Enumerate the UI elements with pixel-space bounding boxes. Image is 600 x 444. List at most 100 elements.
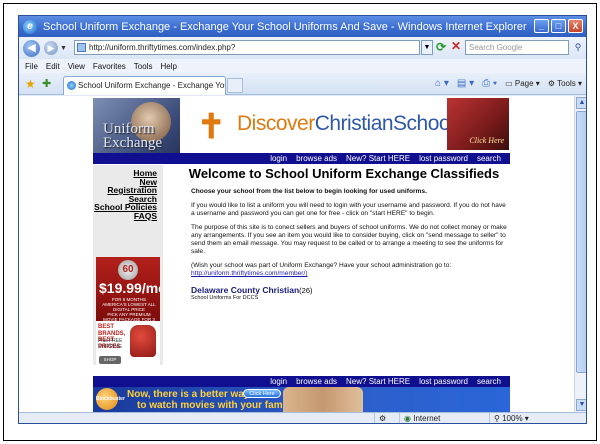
web-page: Uniform Exchange ✝ DiscoverChristianSchoo… [93,96,510,412]
close-button[interactable]: X [568,19,583,33]
menu-favorites[interactable]: Favorites [93,62,126,71]
nav-login[interactable]: login [270,154,287,163]
bottom-nav: login browse ads New? Start HERE lost pa… [93,376,510,387]
minimize-button[interactable]: _ [534,19,549,33]
window-title: School Uniform Exchange - Exchange Your … [43,20,527,33]
nav-start-here[interactable]: New? Start HERE [346,154,410,163]
bag-ad-sub: Plus FREE SHIPPING [98,338,123,350]
scroll-thumb[interactable] [576,111,586,373]
maximize-button[interactable]: □ [551,19,566,33]
bag-ad[interactable]: BEST BRANDS, BEST PRICES Plus FREE SHIPP… [96,321,160,381]
address-row: ◀ ▶ ▼ http://uniform.thriftytimes.com/in… [19,37,586,59]
search-icon[interactable]: ⚲ [571,40,585,55]
tools-menu-label: Tools [557,79,576,88]
security-icon[interactable]: ⚙ [374,413,398,423]
page-menu[interactable]: ▭ Page ▾ [505,79,540,88]
refresh-icon[interactable]: ⟳ [436,40,446,54]
ie-logo-icon: e [23,19,37,34]
print-icon[interactable]: ⎙ ▾ [482,78,497,89]
page-menu-icon: ▭ [505,79,513,88]
zone-label: Internet [413,414,441,423]
tab-label: School Uniform Exchange - Exchange Your … [78,81,225,90]
tools-gear-icon: ⚙ [547,79,555,88]
uniform-exchange-logo[interactable]: Uniform Exchange [93,98,180,158]
movie-ad-click-here-button[interactable]: Click Here [243,389,281,398]
banner-brand: DiscoverChristianSchools [237,112,465,136]
tv-ad-line1: AMERICA'S LOWEST ALL DIGITAL PRICE [102,302,156,312]
cross-logo-icon: ✝ [197,108,226,146]
globe-icon: ◉ [404,414,411,423]
zone-indicator[interactable]: ◉ Internet [399,413,487,423]
purpose-paragraph: The purpose of this site is to conect se… [191,224,507,255]
nav-bottom-search[interactable]: search [477,377,501,386]
channels-badge: 60 [118,260,138,280]
title-bar[interactable]: e School Uniform Exchange - Exchange You… [19,16,586,37]
movie-ad-line2: to watch movies with your family [137,400,294,411]
add-favorites-icon[interactable]: ✚ [42,77,51,90]
tab-active[interactable]: School Uniform Exchange - Exchange Your … [63,76,226,95]
school-entry: Delaware County Christian(26) [191,285,509,295]
nav-bottom-start-here[interactable]: New? Start HERE [346,377,410,386]
shop-button[interactable]: SHOP [99,356,121,364]
sidebar: Home New Registration Search School Poli… [93,165,163,381]
main-content: Welcome to School Uniform Exchange Class… [189,166,509,301]
address-dropdown-icon[interactable]: ▼ [421,40,433,55]
back-button[interactable]: ◀ [23,39,40,57]
school-link[interactable]: Delaware County Christian [191,285,299,295]
menu-file[interactable]: File [25,62,38,71]
nav-bottom-login[interactable]: login [270,377,287,386]
status-bar: ⚙ ◉ Internet ⚲ 100% ▾ [19,412,586,423]
nav-bottom-browse-ads[interactable]: browse ads [296,377,337,386]
tv-ad[interactable]: 60 $19.99/mo FOR 6 MONTHS AMERICA'S LOWE… [96,257,160,321]
tv-ad-line2: PICK ANY PREMIUM MOVIE PACKAGE FOR 3 MON… [103,312,155,321]
tab-row: ★ ✚ School Uniform Exchange - Exchange Y… [19,73,586,95]
new-tab-button[interactable] [227,78,243,93]
menu-edit[interactable]: Edit [46,62,60,71]
backpack-icon [130,325,156,357]
tv-ad-text: FOR 6 MONTHS AMERICA'S LOWEST ALL DIGITA… [100,297,158,321]
discover-christian-schools-banner[interactable]: ✝ DiscoverChristianSchools Click Here [181,98,510,152]
intro-text: Choose your school from the list below t… [191,188,427,195]
feeds-icon[interactable]: ▤ ▾ [457,78,474,89]
vertical-scrollbar[interactable]: ▲ ▼ [574,96,586,412]
banner-photo: Click Here [447,98,509,150]
stop-icon[interactable]: ✕ [451,39,461,53]
page-menu-label: Page [514,79,534,88]
school-subtitle: School Uniforms For DCCS [191,295,259,301]
browser-window: e School Uniform Exchange - Exchange You… [18,15,587,424]
sidebar-item-faqs[interactable]: FAQS [93,211,163,221]
nav-lost-password[interactable]: lost password [419,154,468,163]
tools-menu[interactable]: ⚙ Tools ▾ [548,79,582,88]
home-icon[interactable]: ⌂ ▾ [435,78,449,89]
screenshot-frame: e School Uniform Exchange - Exchange You… [3,3,597,441]
tv-ad-price-value: $19.99/mo [99,280,160,296]
scroll-down-icon[interactable]: ▼ [576,399,586,411]
address-bar[interactable]: http://uniform.thriftytimes.com/index.ph… [74,40,420,55]
menu-view[interactable]: View [68,62,85,71]
zoom-control[interactable]: ⚲ 100% ▾ [489,413,586,423]
forward-button[interactable]: ▶ [44,41,58,55]
search-input[interactable]: Search Google [465,40,569,55]
movie-ad-banner[interactable]: Blockbuster Now, there is a better way t… [93,387,510,412]
nav-browse-ads[interactable]: browse ads [296,154,337,163]
nav-search[interactable]: search [477,154,501,163]
movie-ad-logo: Blockbuster [96,388,125,410]
tab-ie-icon [67,81,76,90]
member-link[interactable]: http://uniform.thriftytimes.com/member/) [191,270,308,277]
zoom-icon: ⚲ [494,414,500,423]
favorites-star-icon[interactable]: ★ [25,77,36,91]
nav-bottom-lost-password[interactable]: lost password [419,377,468,386]
history-dropdown-icon[interactable]: ▼ [60,45,67,52]
menu-help[interactable]: Help [160,62,176,71]
school-count: (26) [299,286,313,295]
menu-tools[interactable]: Tools [134,62,153,71]
family-photo [283,387,363,412]
page-icon [77,43,86,52]
brand-discover: Discover [237,112,315,135]
sidebar-item-new-registration[interactable]: New Registration [93,177,163,195]
scroll-up-icon[interactable]: ▲ [576,97,586,109]
address-url: http://uniform.thriftytimes.com/index.ph… [89,43,236,52]
top-nav: login browse ads New? Start HERE lost pa… [93,153,510,164]
tv-ad-price: $19.99/mo [99,280,160,296]
zoom-label: 100% [502,414,523,423]
